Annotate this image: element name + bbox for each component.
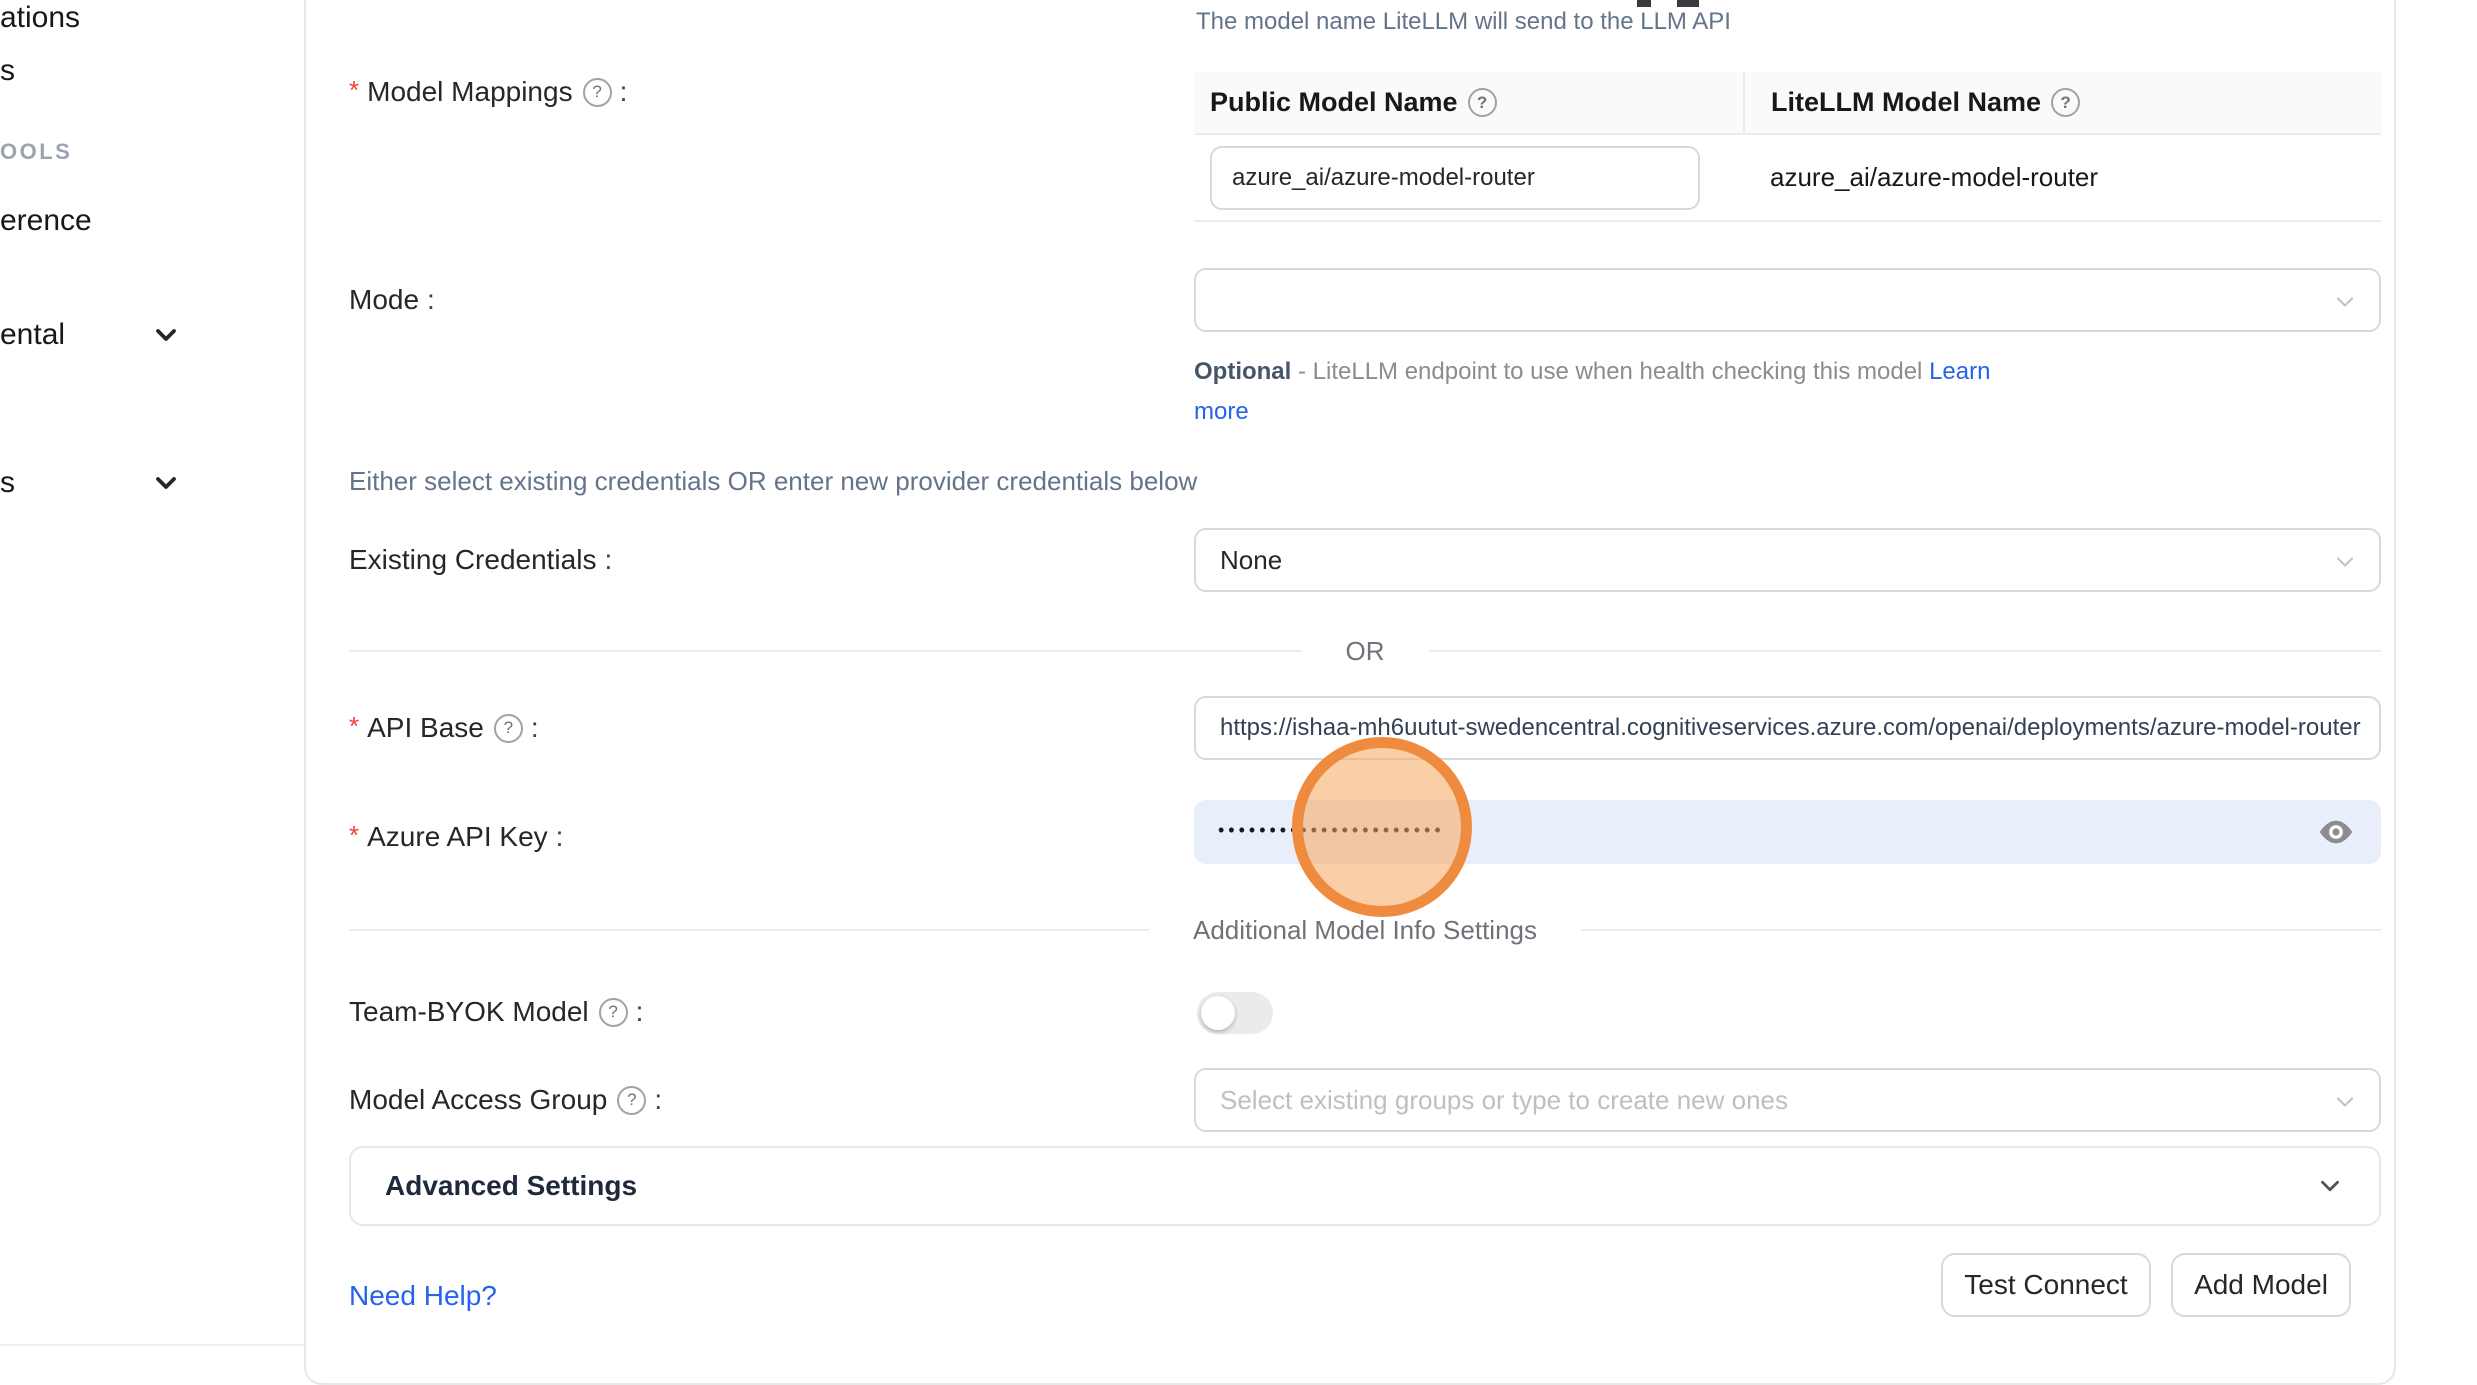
azure-api-key-label: * Azure API Key :	[349, 819, 563, 855]
model-access-group-select[interactable]: Select existing groups or type to create…	[1194, 1068, 2381, 1132]
table-row: azure_ai/azure-model-router azure_ai/azu…	[1194, 135, 2381, 222]
advanced-settings-panel[interactable]: Advanced Settings	[349, 1146, 2381, 1226]
click-indicator-circle	[1292, 737, 1472, 917]
model-access-group-label: Model Access Group ? :	[349, 1082, 662, 1118]
existing-credentials-label: Existing Credentials :	[349, 542, 612, 578]
toggle-knob	[1201, 996, 1235, 1030]
eye-icon[interactable]	[2317, 817, 2355, 847]
column-header-public-model: Public Model Name ?	[1194, 72, 1745, 133]
chevron-down-icon[interactable]	[150, 319, 182, 351]
chevron-down-icon	[2331, 1088, 2359, 1116]
test-connect-button[interactable]: Test Connect	[1941, 1253, 2151, 1317]
help-icon[interactable]: ?	[494, 714, 523, 743]
sidebar-item-fragment[interactable]: s	[0, 53, 15, 89]
sidebar-item-fragment[interactable]: ental	[0, 317, 65, 353]
clipped-content-above	[1677, 0, 1699, 7]
mode-help-text: Optional - LiteLLM endpoint to use when …	[1194, 352, 2024, 432]
additional-settings-divider: Additional Model Info Settings	[349, 910, 2381, 950]
team-byok-label: Team-BYOK Model ? :	[349, 994, 643, 1030]
sidebar-item-fragment[interactable]: erence	[0, 203, 92, 239]
mode-select[interactable]	[1194, 268, 2381, 332]
mode-label: Mode :	[349, 282, 435, 318]
sidebar-item-fragment[interactable]: s	[0, 465, 15, 501]
public-model-name-input[interactable]: azure_ai/azure-model-router	[1210, 146, 1700, 210]
column-header-litellm-model: LiteLLM Model Name ?	[1745, 72, 2381, 133]
model-name-hint: The model name LiteLLM will send to the …	[1196, 8, 1731, 36]
model-mappings-label: * Model Mappings ? :	[349, 74, 627, 110]
team-byok-toggle[interactable]	[1197, 992, 1273, 1034]
chevron-down-icon	[2331, 288, 2359, 316]
required-asterisk: *	[349, 75, 359, 106]
existing-credentials-select[interactable]: None	[1194, 528, 2381, 592]
help-icon[interactable]: ?	[599, 998, 628, 1027]
need-help-link[interactable]: Need Help?	[349, 1280, 497, 1312]
add-model-page: ations s OOLS erence ental s The model n…	[0, 0, 2477, 1385]
sidebar-item-fragment[interactable]: ations	[0, 0, 80, 36]
help-icon[interactable]: ?	[617, 1086, 646, 1115]
advanced-settings-title: Advanced Settings	[385, 1170, 2315, 1202]
help-icon[interactable]: ?	[1468, 88, 1497, 117]
required-asterisk: *	[349, 820, 359, 851]
add-model-button[interactable]: Add Model	[2171, 1253, 2351, 1317]
api-base-label: * API Base ? :	[349, 710, 539, 746]
credentials-note: Either select existing credentials OR en…	[349, 466, 1197, 497]
table-header: Public Model Name ? LiteLLM Model Name ?	[1194, 72, 2381, 135]
required-asterisk: *	[349, 711, 359, 742]
select-placeholder: Select existing groups or type to create…	[1220, 1085, 1788, 1116]
model-mappings-table: Public Model Name ? LiteLLM Model Name ?…	[1194, 72, 2381, 222]
chevron-down-icon	[2331, 548, 2359, 576]
chevron-down-icon[interactable]	[150, 467, 182, 499]
litellm-model-name-value: azure_ai/azure-model-router	[1770, 135, 2098, 220]
clipped-content-above	[1637, 0, 1651, 7]
help-icon[interactable]: ?	[2051, 88, 2080, 117]
or-divider: OR	[349, 631, 2381, 671]
sidebar-divider	[0, 1344, 304, 1346]
help-icon[interactable]: ?	[583, 78, 612, 107]
sidebar-section-tools: OOLS	[0, 134, 72, 170]
chevron-down-icon	[2315, 1171, 2345, 1201]
